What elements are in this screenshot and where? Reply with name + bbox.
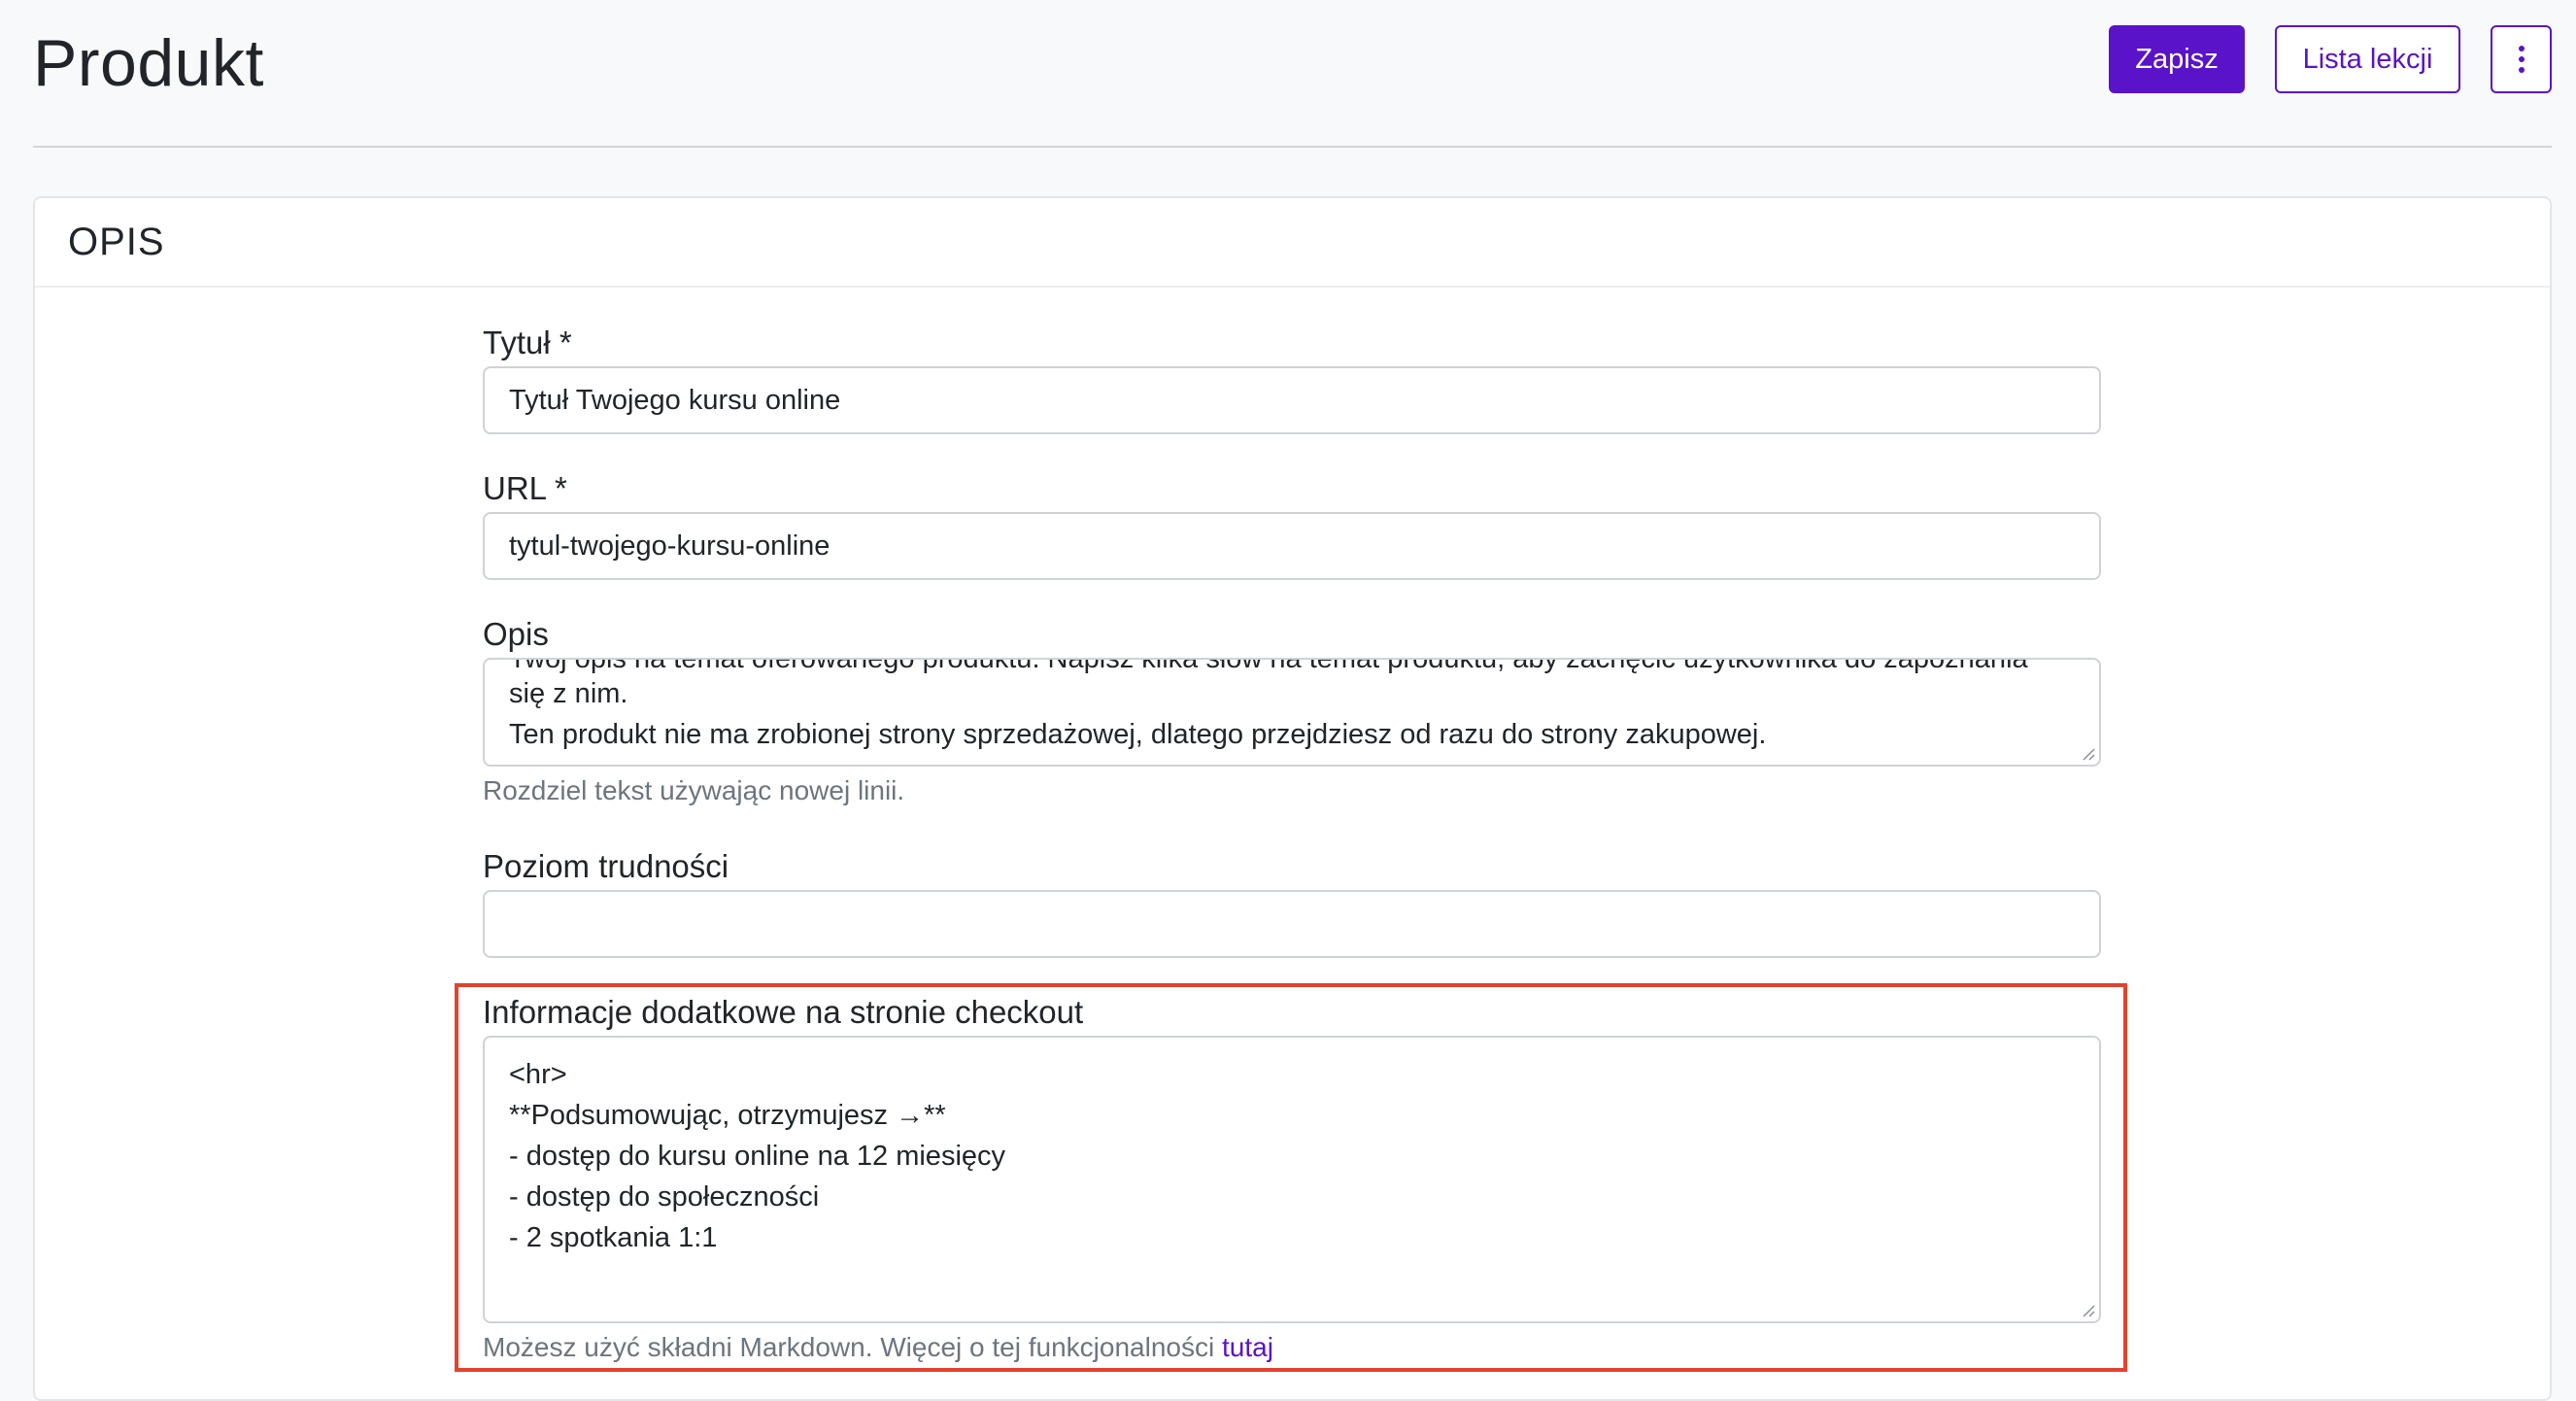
difficulty-label: Poziom trudności [483,848,729,884]
header-divider [33,146,2552,148]
checkout-info-line: - dostęp do społeczności [509,1181,820,1213]
description-textarea[interactable]: Twój opis na temat oferowanego produktu.… [483,658,2101,767]
description-label: Opis [483,616,549,652]
checkout-info-line: - dostęp do kursu online na 12 miesięcy [509,1141,1006,1172]
checkout-info-line: <hr> [509,1059,567,1090]
checkout-info-line: - 2 spotkania 1:1 [509,1222,718,1253]
markdown-help-link[interactable]: tutaj [1222,1332,1273,1362]
description-line-1: się z nim. [509,678,628,709]
checkout-info-help: Możesz użyć składni Markdown. Więcej o t… [483,1330,1273,1365]
save-button[interactable]: Zapisz [2109,25,2245,93]
page-title: Produkt [33,26,264,100]
checkout-info-textarea[interactable]: <hr> **Podsumowując, otrzymujesz →** - d… [483,1036,2101,1323]
url-input[interactable]: tytul-twojego-kursu-online [483,512,2101,580]
markdown-help-text: Możesz użyć składni Markdown. Więcej o t… [483,1332,1222,1362]
checkout-info-line: **Podsumowując, otrzymujesz →** [509,1100,946,1131]
resize-handle-icon[interactable] [2080,745,2095,761]
url-label: URL * [483,470,567,506]
lessons-list-button[interactable]: Lista lekcji [2275,25,2460,93]
kebab-menu-icon [2518,46,2525,51]
description-partial-line: Twój opis na temat oferowanego produktu.… [509,658,2028,674]
title-input[interactable]: Tytuł Twojego kursu online [483,366,2101,434]
description-help-text: Rozdziel tekst używając nowej linii. [483,775,905,805]
checkout-info-label: Informacje dodatkowe na stronie checkout [483,994,1084,1030]
resize-handle-icon[interactable] [2080,1302,2095,1317]
more-options-button[interactable] [2491,25,2552,93]
difficulty-input[interactable] [483,890,2101,958]
title-label: Tytuł * [483,325,572,360]
description-line-2: Ten produkt nie ma zrobionej strony sprz… [509,719,1767,750]
section-title: OPIS [35,198,2550,288]
